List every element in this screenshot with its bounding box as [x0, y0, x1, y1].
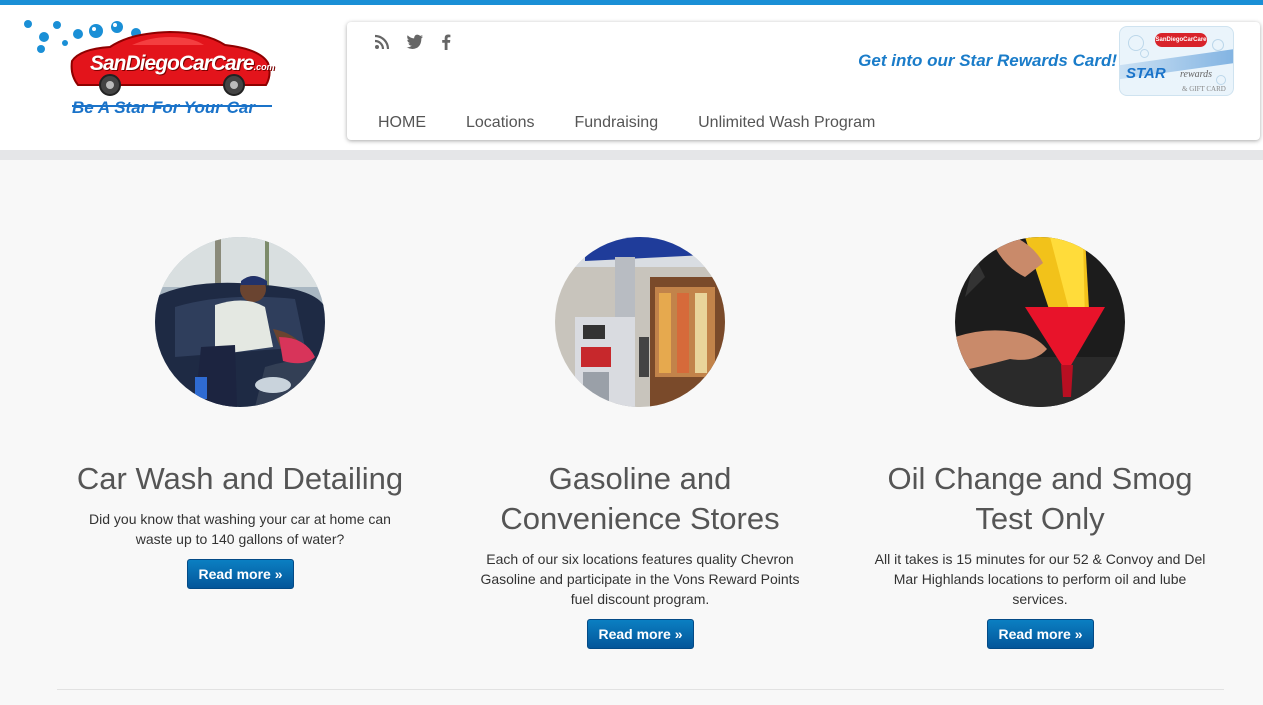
- feature-description: Did you know that washing your car at ho…: [89, 511, 391, 547]
- social-links: [374, 34, 454, 50]
- card-rewards: rewards: [1180, 69, 1213, 80]
- content-divider: [57, 689, 1224, 690]
- card-brand: SanDiegoCarCare: [1155, 33, 1207, 47]
- nav-fundraising[interactable]: Fundraising: [575, 114, 659, 132]
- car-wash-photo: [155, 237, 325, 407]
- twitter-icon[interactable]: [406, 34, 423, 50]
- feature-description: Each of our six locations features quali…: [480, 551, 800, 607]
- main-menu: HOME Locations Fundraising Unlimited Was…: [378, 114, 875, 132]
- nav-panel: Get into our Star Rewards Card! SanDiego…: [347, 22, 1260, 140]
- read-more-car-wash-button[interactable]: Read more »: [187, 559, 294, 589]
- rss-icon[interactable]: [374, 34, 390, 50]
- card-star: STAR: [1126, 65, 1166, 82]
- header-divider: [0, 150, 1263, 160]
- logo-name: SanDiegoCarCare: [90, 52, 255, 75]
- site-logo[interactable]: SanDiegoCarCare.com Be A Star For Your C…: [20, 15, 280, 125]
- facebook-icon[interactable]: [438, 34, 454, 50]
- site-header: SanDiegoCarCare.com Be A Star For Your C…: [0, 5, 1263, 150]
- gas-station-photo: [555, 237, 725, 407]
- logo-wordmark: SanDiegoCarCare.com: [90, 52, 275, 76]
- feature-title: Car Wash and Detailing: [76, 461, 404, 496]
- feature-car-wash: Car Wash and Detailing Did you know that…: [40, 237, 440, 597]
- read-more-oil-change-button[interactable]: Read more »: [987, 619, 1094, 649]
- feature-description: All it takes is 15 minutes for our 52 & …: [874, 551, 1206, 607]
- feature-title-line-2: Test Only: [975, 501, 1105, 536]
- feature-title-line-1: Oil Change and Smog: [887, 461, 1193, 496]
- feature-title-line-2: Convenience Stores: [500, 501, 780, 536]
- card-subtitle: & GIFT CARD: [1182, 85, 1226, 93]
- nav-unlimited-wash-program[interactable]: Unlimited Wash Program: [698, 114, 875, 132]
- logo-domain: .com: [253, 62, 275, 72]
- oil-change-photo: [955, 237, 1125, 407]
- star-rewards-card-image[interactable]: SanDiegoCarCare STAR rewards & GIFT CARD: [1119, 26, 1234, 96]
- feature-title-line-1: Gasoline and: [548, 461, 732, 496]
- feature-oil-change: Oil Change and Smog Test Only All it tak…: [840, 237, 1240, 657]
- nav-home[interactable]: HOME: [378, 114, 426, 132]
- nav-locations[interactable]: Locations: [466, 114, 535, 132]
- feature-gasoline: Gasoline and Convenience Stores Each of …: [440, 237, 840, 657]
- read-more-gasoline-button[interactable]: Read more »: [587, 619, 694, 649]
- logo-tagline: Be A Star For Your Car: [72, 98, 255, 117]
- rewards-promo-link[interactable]: Get into our Star Rewards Card!: [858, 51, 1117, 71]
